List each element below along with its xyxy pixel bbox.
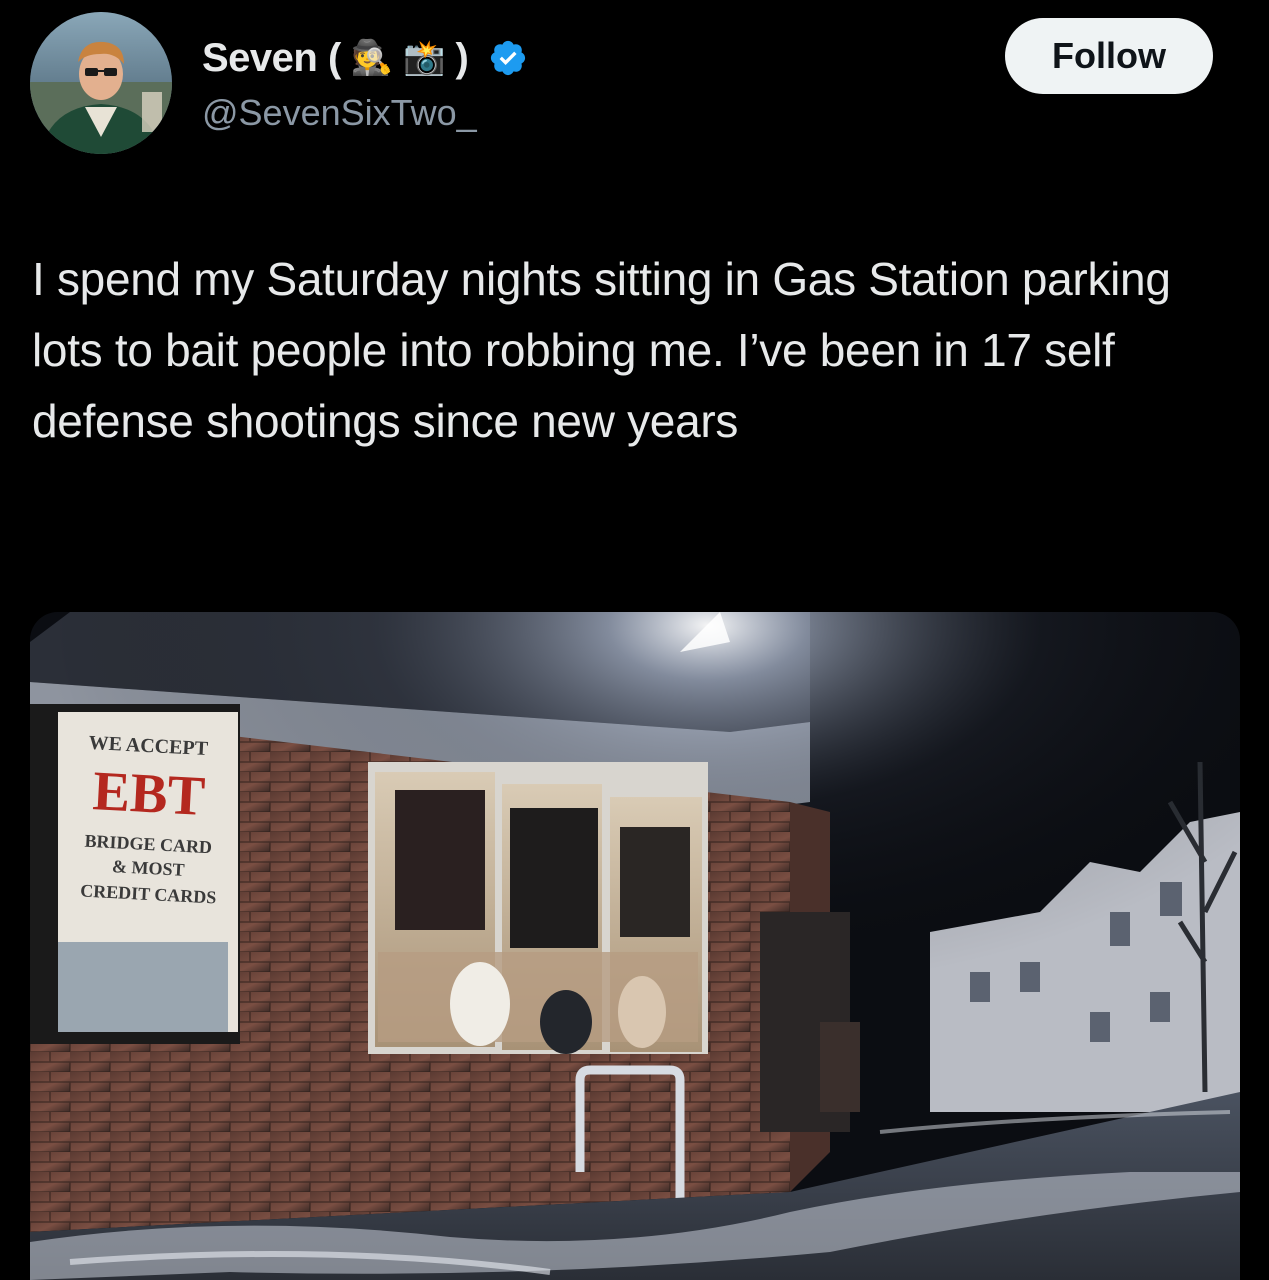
tweet: Seven ( 🕵 📸 ) @SevenSixTwo_ Follow I spe… [0, 0, 1269, 1280]
tweet-media-image[interactable]: WE ACCEPT EBT BRIDGE CARD & MOST CREDIT … [30, 612, 1240, 1280]
verified-badge-icon [491, 40, 526, 76]
follow-button[interactable]: Follow [1005, 18, 1213, 94]
display-name-close-paren: ) [455, 35, 469, 80]
camera-flash-emoji: 📸 [403, 38, 446, 78]
sign-and-most: & MOST [112, 856, 185, 880]
display-name[interactable]: Seven ( [202, 36, 341, 81]
tweet-header: Seven ( 🕵 📸 ) @SevenSixTwo_ Follow [0, 0, 1269, 180]
avatar[interactable] [30, 12, 172, 154]
tweet-text: I spend my Saturday nights sitting in Ga… [32, 253, 1171, 447]
name-row: Seven ( 🕵 📸 ) [202, 30, 528, 86]
detective-emoji: 🕵 [350, 38, 394, 78]
sign-ebt: EBT [91, 760, 206, 828]
author-handle[interactable]: @SevenSixTwo_ [202, 92, 477, 134]
